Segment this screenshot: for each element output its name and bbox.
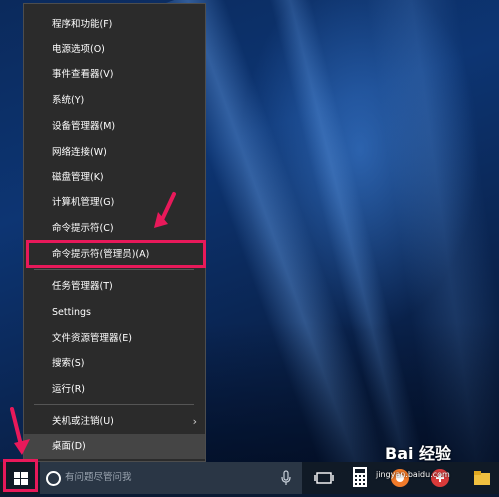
- menu-separator: [34, 269, 194, 270]
- menu-item-shutdown-signout[interactable]: 关机或注销(U) ›: [24, 409, 205, 434]
- watermark-brand: Bai 经验: [385, 444, 452, 463]
- menu-item-task-manager[interactable]: 任务管理器(T): [24, 274, 205, 299]
- annotation-arrow-icon: [10, 407, 30, 455]
- menu-item-settings[interactable]: Settings: [24, 300, 205, 325]
- cortana-search-icon: [46, 471, 61, 486]
- annotation-arrow-icon: [154, 192, 176, 228]
- calculator-icon[interactable]: [352, 466, 368, 488]
- annotation-highlight-box: [26, 240, 206, 268]
- menu-item-system[interactable]: 系统(Y): [24, 88, 205, 113]
- menu-item-device-manager[interactable]: 设备管理器(M): [24, 114, 205, 139]
- annotation-start-highlight: [3, 459, 38, 492]
- search-box[interactable]: 有问题尽管问我: [40, 462, 302, 494]
- search-placeholder: 有问题尽管问我: [65, 472, 132, 483]
- menu-item-event-viewer[interactable]: 事件查看器(V): [24, 62, 205, 87]
- menu-item-search[interactable]: 搜索(S): [24, 351, 205, 376]
- menu-item-desktop[interactable]: 桌面(D): [24, 434, 205, 459]
- menu-item-file-explorer[interactable]: 文件资源管理器(E): [24, 326, 205, 351]
- file-explorer-icon[interactable]: [472, 468, 492, 488]
- menu-item-power-options[interactable]: 电源选项(O): [24, 37, 205, 62]
- watermark-url: jingyan.baidu.com: [376, 470, 450, 479]
- menu-item-disk-management[interactable]: 磁盘管理(K): [24, 165, 205, 190]
- task-view-icon[interactable]: [314, 468, 334, 488]
- chevron-right-icon: ›: [192, 415, 197, 428]
- menu-separator: [34, 404, 194, 405]
- menu-item-label: 关机或注销(U): [52, 416, 114, 427]
- menu-item-run[interactable]: 运行(R): [24, 377, 205, 402]
- menu-item-network-connections[interactable]: 网络连接(W): [24, 140, 205, 165]
- menu-item-programs-features[interactable]: 程序和功能(F): [24, 12, 205, 37]
- microphone-icon[interactable]: [281, 470, 291, 486]
